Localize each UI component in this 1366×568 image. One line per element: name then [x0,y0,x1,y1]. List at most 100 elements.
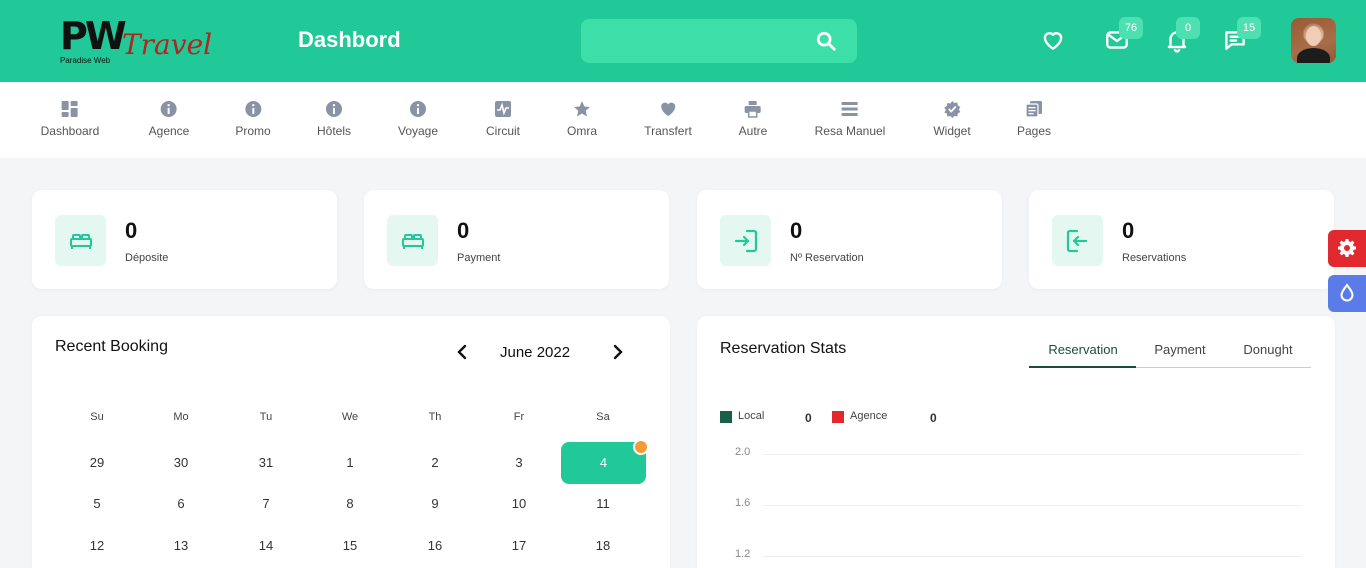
calendar-day[interactable]: 30 [151,455,211,470]
grid-icon [62,101,78,117]
mail-badge: 76 [1119,17,1143,39]
stat-icon-box [387,215,438,266]
stat-card-deposite: 0 Déposite [32,190,337,289]
calendar-day[interactable]: 9 [405,496,465,511]
logo-subtitle: Paradise Web [60,56,111,65]
recent-booking-card: Recent Booking June 2022 Su Mo Tu We Th … [32,316,670,568]
calendar-day[interactable]: 10 [489,496,549,511]
nav-voyage[interactable]: Voyage [398,100,438,138]
calendar-day[interactable]: 3 [489,455,549,470]
chevron-right-icon[interactable] [611,344,625,360]
calendar-day[interactable]: 18 [573,538,633,553]
tab-reservation[interactable]: Reservation [1048,342,1117,357]
booking-title: Recent Booking [55,338,168,355]
notification-badge: 0 [1176,17,1200,39]
nav-label: Resa Manuel [814,124,886,138]
bed-icon [70,234,92,249]
logo-initials: PW [60,14,127,58]
calendar-day[interactable]: 8 [320,496,380,511]
nav-label: Agence [148,124,190,138]
avatar[interactable] [1291,18,1336,63]
nav-circuit[interactable]: Circuit [486,100,520,138]
stats-tabs: Reservation Payment Donught [1029,342,1311,368]
nav-label: Promo [235,124,271,138]
weekday-header: Fr [513,411,525,423]
calendar-day[interactable]: 1 [320,455,380,470]
nav-agence[interactable]: Agence [148,100,190,138]
y-tick-label: 1.6 [735,497,751,509]
calendar-day[interactable]: 5 [67,496,127,511]
stat-label: Nº Reservation [790,252,864,264]
stat-label: Payment [457,252,501,264]
login-icon [734,229,758,253]
calendar-day[interactable]: 14 [236,538,296,553]
bed-icon [402,234,424,249]
legend-swatch-agence [832,411,844,423]
nav-autre[interactable]: Autre [738,100,768,138]
menu-icon [842,102,858,116]
weekday-header: Sa [596,411,610,423]
calendar-day[interactable]: 31 [236,455,296,470]
nav-label: Widget [933,124,971,138]
nav-transfert[interactable]: Transfert [644,100,692,138]
legend-value-local: 0 [805,411,812,425]
nav-label: Omra [567,124,597,138]
calendar-day[interactable]: 13 [151,538,211,553]
info-icon [325,101,342,117]
stat-card-reservations: 0 Reservations [1029,190,1334,289]
nav-promo[interactable]: Promo [235,100,271,138]
grid-line [763,556,1302,557]
avatar-face [1306,26,1321,46]
stat-icon-box [55,215,106,266]
nav-resa-manuel[interactable]: Resa Manuel [814,100,886,138]
stat-value: 0 [1122,218,1135,243]
search-icon[interactable] [815,30,837,52]
calendar-day[interactable]: 7 [236,496,296,511]
nav-pages[interactable]: Pages [1017,100,1051,138]
search-input[interactable] [581,19,857,63]
calendar-day[interactable]: 11 [573,496,633,511]
grid-line [763,505,1302,506]
pulse-icon [494,101,511,117]
chevron-left-icon[interactable] [455,344,469,360]
stat-label: Déposite [125,252,169,264]
theme-side-button[interactable] [1328,275,1366,312]
nav-label: Autre [738,124,768,138]
settings-side-button[interactable] [1328,230,1366,267]
nav-omra[interactable]: Omra [567,100,597,138]
tab-payment[interactable]: Payment [1154,342,1205,357]
stat-card-payment: 0 Payment [364,190,669,289]
calendar-day[interactable]: 16 [405,538,465,553]
avatar-body [1297,48,1330,63]
favorites-icon[interactable] [1040,27,1066,53]
y-tick-label: 2.0 [735,446,751,458]
nav-dashboard[interactable]: Dashboard [40,100,100,138]
calendar-day[interactable]: 29 [67,455,127,470]
stat-label: Reservations [1122,252,1187,264]
info-icon [245,101,261,117]
nav-label: Dashboard [40,124,100,138]
logo[interactable]: PW Travel Paradise Web [58,14,212,68]
nav-label: Pages [1016,124,1052,138]
stats-title: Reservation Stats [720,340,847,357]
legend-label-agence: Agence [850,410,888,422]
nav-label: Transfert [644,124,692,138]
info-icon [160,101,177,117]
y-tick-label: 1.2 [735,548,751,560]
stat-card-n-reservation: 0 Nº Reservation [697,190,1002,289]
legend-label-local: Local [738,410,765,422]
calendar-day[interactable]: 12 [67,538,127,553]
stat-icon-box [1052,215,1103,266]
logout-icon [1066,229,1088,253]
main-nav: Dashboard Agence Promo Hôtels Voyage Cir… [0,82,1366,158]
heart-icon [660,102,676,116]
nav-hotels[interactable]: Hôtels [317,100,351,138]
calendar-day[interactable]: 17 [489,538,549,553]
tab-donught[interactable]: Donught [1243,342,1292,357]
calendar-day[interactable]: 2 [405,455,465,470]
reservation-stats-card: Reservation Stats Reservation Payment Do… [697,316,1335,568]
calendar-day[interactable]: 15 [320,538,380,553]
info-icon [409,101,426,117]
nav-widget[interactable]: Widget [933,100,971,138]
calendar-day[interactable]: 6 [151,496,211,511]
